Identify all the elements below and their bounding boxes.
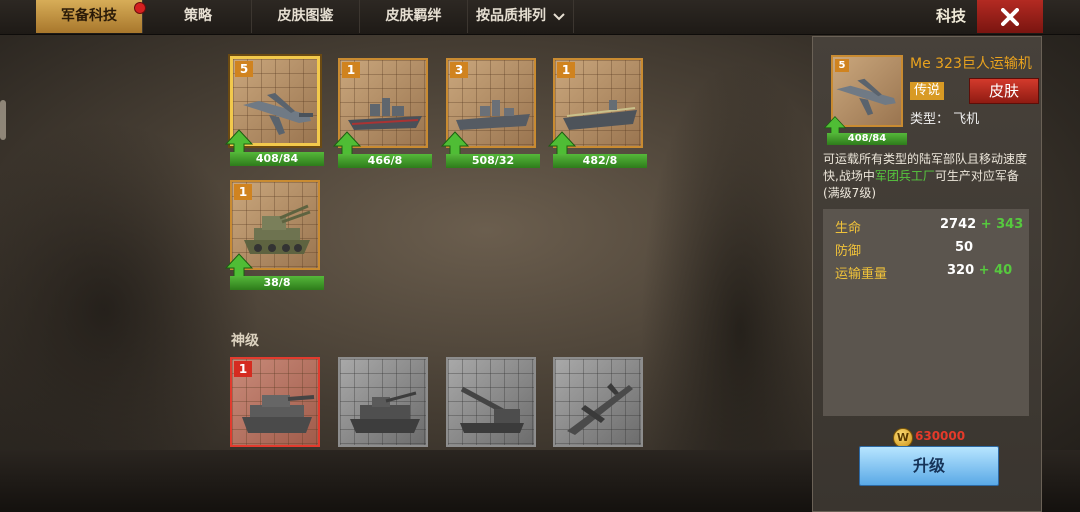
side-decoration <box>0 100 6 140</box>
stat-label-hp: 生命 <box>835 221 862 236</box>
unit-detail-panel: 5 408/84 Me 323巨人运输机 传说 皮肤 类型： 飞机 可运载所有类… <box>812 36 1042 512</box>
unit-description: 可运载所有类型的陆军部队且移动速度快,战场中军团兵工厂可生产对应军备(满级7级) <box>823 151 1035 202</box>
progress-bar: 482/8 <box>553 154 647 168</box>
unit-card-aa-tank[interactable]: 1 38/8 <box>224 180 324 290</box>
stat-value-capacity: 320 + 40 <box>947 263 1013 278</box>
level-badge: 1 <box>557 62 575 78</box>
unit-card-me323[interactable]: 5 408/84 <box>224 56 324 166</box>
tank-destroyer-icon <box>350 391 420 433</box>
unit-card-cruiser[interactable]: 3 508/32 <box>440 58 540 168</box>
coin-icon: W <box>893 428 913 448</box>
tab-arms-tech[interactable]: 军备科技 <box>36 0 146 33</box>
tab-strategy[interactable]: 策略 <box>145 0 252 33</box>
section-label-god-tier: 神级 <box>231 333 259 349</box>
tab-label: 皮肤图鉴 <box>277 8 334 24</box>
page-title: 科技 <box>936 7 967 25</box>
tab-label: 皮肤羁绊 <box>385 8 442 24</box>
unit-card-battleship[interactable]: 1 466/8 <box>332 58 432 168</box>
progress-bar: 508/32 <box>446 154 540 168</box>
progress-bar: 408/84 <box>230 152 324 166</box>
level-badge: 1 <box>234 361 252 377</box>
level-badge: 1 <box>234 184 252 200</box>
stat-value-defense: 50 <box>955 240 974 255</box>
level-badge: 1 <box>342 62 360 78</box>
card-frame: 1 <box>230 357 320 447</box>
god-card-heavy-tank[interactable]: 1 <box>230 357 320 447</box>
cost-amount: 630000 <box>915 429 966 443</box>
rarity-badge: 传说 <box>910 82 944 100</box>
card-frame <box>338 357 428 447</box>
jet-plane-icon <box>567 383 633 435</box>
unit-card-carrier[interactable]: 1 482/8 <box>547 58 647 168</box>
tab-skin-bonds[interactable]: 皮肤羁绊 <box>360 0 468 33</box>
tab-label: 军备科技 <box>61 8 117 24</box>
stat-label-capacity: 运输重量 <box>835 267 888 282</box>
progress-bar: 38/8 <box>230 276 324 290</box>
close-button[interactable] <box>977 0 1043 33</box>
tab-label: 策略 <box>184 8 212 24</box>
level-badge: 3 <box>450 62 468 78</box>
card-frame <box>446 357 536 447</box>
close-icon <box>1001 8 1019 26</box>
tab-skin-gallery[interactable]: 皮肤图鉴 <box>252 0 360 33</box>
stat-value-hp: 2742 + 343 <box>940 217 1024 232</box>
unit-type: 类型： 飞机 <box>910 112 980 127</box>
stats-box: 生命 2742 + 343 防御 50 运输重量 320 + 40 <box>823 209 1029 416</box>
artillery-icon <box>460 386 524 433</box>
detail-progress-bar: 408/84 <box>827 133 907 145</box>
stat-bonus: + 343 <box>980 217 1024 232</box>
unit-name: Me 323巨人运输机 <box>910 56 1032 72</box>
sort-dropdown-label: 按品质排列 <box>476 8 546 24</box>
upgrade-button[interactable]: 升级 <box>859 446 999 486</box>
heavy-tank-icon <box>242 395 315 433</box>
skin-button[interactable]: 皮肤 <box>969 78 1039 104</box>
chevron-down-icon <box>553 0 565 33</box>
god-card-jet-plane[interactable] <box>553 357 643 447</box>
level-badge: 5 <box>835 59 849 72</box>
god-card-tank-destroyer[interactable] <box>338 357 428 447</box>
description-highlight: 军团兵工厂 <box>874 169 935 183</box>
level-badge: 5 <box>235 61 253 77</box>
progress-bar: 466/8 <box>338 154 432 168</box>
stat-bonus: + 40 <box>978 263 1013 278</box>
card-frame <box>553 357 643 447</box>
god-card-artillery[interactable] <box>446 357 536 447</box>
stat-label-defense: 防御 <box>835 244 862 259</box>
top-bar: 军备科技 策略 皮肤图鉴 皮肤羁绊 按品质排列 科技 <box>0 0 1080 35</box>
sort-dropdown[interactable]: 按品质排列 <box>468 0 574 33</box>
